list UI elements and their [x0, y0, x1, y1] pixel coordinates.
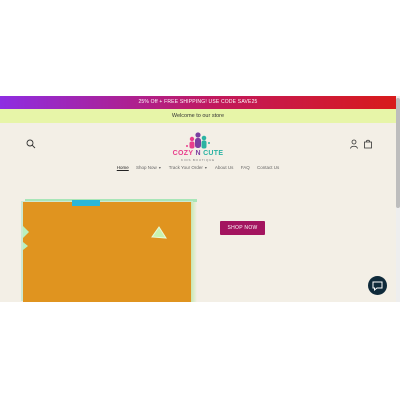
nav-label: Home — [116, 165, 129, 170]
account-button[interactable] — [348, 137, 360, 149]
hero-image — [23, 200, 197, 302]
logo-mark — [186, 132, 210, 149]
cart-button[interactable] — [362, 137, 374, 149]
site-header: COZY N CUTE KIDS BOUTIQUE Home Shop Now … — [0, 123, 396, 183]
nav-label: About Us — [214, 165, 234, 170]
nav-label: Track Your Order — [168, 165, 203, 170]
announcement-bar: Welcome to our store — [0, 109, 396, 123]
nav-label: Contact Us — [256, 165, 280, 170]
nav-item-home[interactable]: Home — [117, 165, 129, 170]
cart-icon — [364, 139, 372, 149]
page-viewport: 25% Off + FREE SHIPPING! USE CODE SAVE25… — [0, 96, 396, 302]
hero-image-edge — [191, 202, 197, 302]
logo-title: COZY N CUTE — [168, 150, 228, 157]
leaf-decoration-icon — [23, 226, 29, 250]
nav-label: Shop Now — [136, 165, 157, 170]
nav-label: FAQ — [240, 165, 250, 170]
search-icon — [26, 139, 36, 149]
chevron-down-icon: ▼ — [204, 166, 208, 170]
main-nav: Home Shop Now ▼ Track Your Order ▼ About… — [0, 165, 396, 175]
nav-item-contact-us[interactable]: Contact Us — [257, 165, 279, 170]
hero-image-accent — [72, 200, 100, 206]
search-button[interactable] — [25, 137, 37, 149]
announcement-text: Welcome to our store — [171, 113, 225, 119]
nav-item-track-your-order[interactable]: Track Your Order ▼ — [169, 165, 208, 170]
account-icon — [350, 139, 358, 149]
logo-word-cute: CUTE — [203, 150, 224, 157]
nav-item-about-us[interactable]: About Us — [215, 165, 234, 170]
promo-banner[interactable]: 25% Off + FREE SHIPPING! USE CODE SAVE25 — [0, 96, 396, 109]
site-logo[interactable]: COZY N CUTE KIDS BOUTIQUE — [168, 129, 228, 163]
logo-word-n: N — [195, 150, 201, 157]
scrollbar-thumb[interactable] — [396, 98, 400, 208]
shop-now-button[interactable]: SHOP NOW — [220, 221, 265, 235]
logo-subtitle: KIDS BOUTIQUE — [181, 158, 215, 162]
nav-item-shop-now[interactable]: Shop Now ▼ — [136, 165, 162, 170]
chat-button[interactable] — [368, 276, 387, 295]
nav-item-faq[interactable]: FAQ — [241, 165, 250, 170]
chevron-down-icon: ▼ — [158, 166, 162, 170]
chat-icon — [372, 281, 383, 292]
logo-word-cozy: COZY — [172, 150, 194, 157]
promo-text: 25% Off + FREE SHIPPING! USE CODE SAVE25 — [138, 99, 258, 105]
triangle-decoration-icon — [151, 226, 167, 239]
